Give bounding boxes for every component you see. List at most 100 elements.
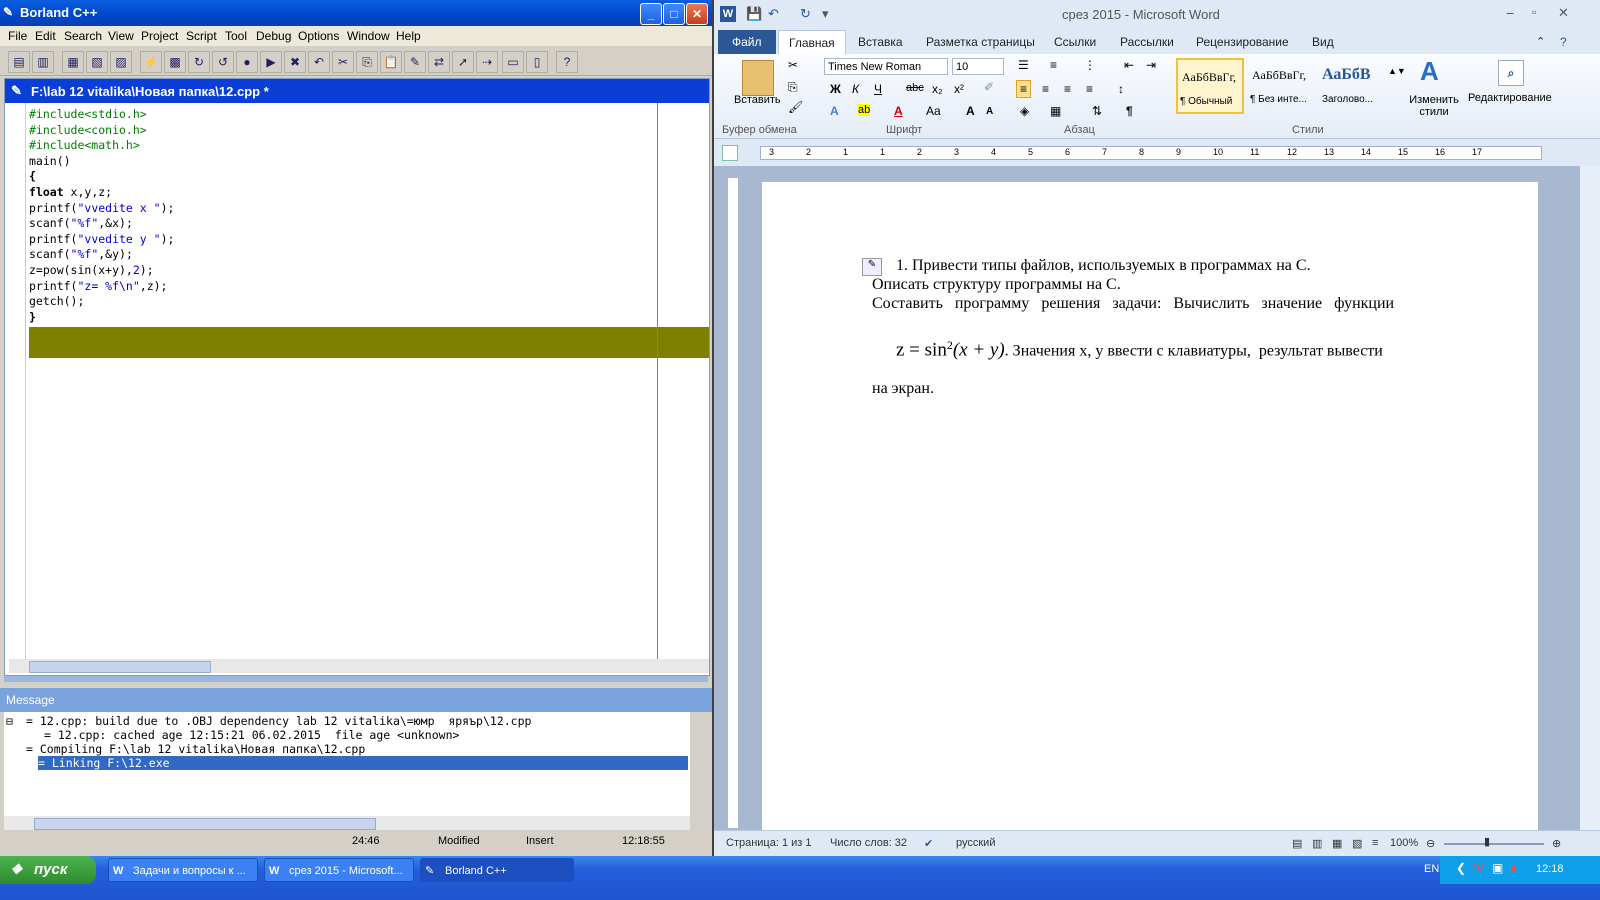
multilevel-list-icon[interactable]: ⋮ (1084, 58, 1096, 72)
view-web-icon[interactable]: ▦ (1332, 837, 1342, 850)
word-restore-button[interactable]: ▫ (1532, 5, 1536, 19)
justify-icon[interactable]: ≡ (1086, 82, 1093, 96)
code-line[interactable]: #include<conio.h> (29, 123, 689, 139)
zoom-level[interactable]: 100% (1390, 837, 1418, 849)
align-left-icon[interactable]: ≡ (1016, 80, 1032, 98)
word-minimize-button[interactable]: − (1506, 5, 1514, 21)
numbering-icon[interactable]: ≡ (1050, 58, 1057, 72)
open-file-icon[interactable]: ▧ (86, 51, 108, 73)
search-again-icon[interactable]: ⇢ (476, 51, 498, 73)
open-project-icon[interactable]: ▥ (32, 51, 54, 73)
change-styles-button[interactable]: Изменить стили (1404, 94, 1464, 118)
format-painter-icon[interactable]: 🖌 (788, 100, 803, 114)
code-line[interactable]: float x,y,z; (29, 185, 689, 201)
scroll-thumb[interactable] (34, 818, 376, 830)
zoom-out-icon[interactable]: ⊖ (1426, 837, 1435, 850)
editor-horizontal-scrollbar[interactable] (9, 659, 709, 673)
breakpoint-icon[interactable]: ✖ (284, 51, 306, 73)
ribbon-collapse-icon[interactable]: ⌃ (1536, 35, 1545, 48)
redo-icon[interactable]: ↻ (800, 6, 811, 22)
taskbar-item[interactable]: W Задачи и вопросы к ... (108, 858, 258, 882)
code-line[interactable]: scanf("%f",&x); (29, 216, 689, 232)
build-icon[interactable]: ▩ (164, 51, 186, 73)
horizontal-ruler[interactable]: 3 2 1 1 2 3 4 5 6 7 8 9 10 11 12 13 14 15 16 17 (760, 146, 1542, 160)
tab-references[interactable]: Ссылки (1054, 35, 1096, 49)
word-close-button[interactable]: ✕ (1558, 5, 1569, 21)
code-line[interactable]: } (29, 310, 689, 326)
save-icon[interactable]: ▨ (110, 51, 132, 73)
menu-tool[interactable]: Tool (225, 29, 247, 43)
paste-icon[interactable] (742, 60, 774, 96)
find-icon[interactable]: ✎ (404, 51, 426, 73)
maximize-button[interactable]: □ (663, 3, 685, 25)
taskbar-item-active[interactable]: ✎ Borland C++ (420, 858, 574, 882)
shrink-font-icon[interactable]: A (986, 106, 993, 117)
menu-edit[interactable]: Edit (35, 29, 56, 43)
code-line[interactable]: z=pow(sin(x+y),2); (29, 263, 689, 279)
cut-icon[interactable]: ✂ (788, 58, 798, 72)
tab-view[interactable]: Вид (1312, 35, 1334, 49)
new-file-icon[interactable]: ▦ (62, 51, 84, 73)
tray-arrow-icon[interactable]: ❮ (1456, 861, 1466, 875)
tab-page-layout[interactable]: Разметка страницы (926, 35, 1035, 49)
message-horizontal-scrollbar[interactable] (4, 816, 690, 830)
document-text[interactable]: 1. Привести типы файлов, используемых в … (872, 256, 1484, 398)
language-indicator[interactable]: EN (1424, 863, 1439, 875)
tab-file[interactable]: Файл (718, 30, 776, 54)
strikethrough-button[interactable]: abc (906, 82, 924, 94)
taskbar-item[interactable]: W срез 2015 - Microsoft... (264, 858, 414, 882)
vertical-ruler[interactable] (728, 178, 738, 828)
borland-title-bar[interactable]: ✎ Borland C++ _ □ ✕ (0, 0, 712, 26)
start-button[interactable]: ❖ пуск (0, 856, 96, 884)
font-size-select[interactable]: 10 (952, 58, 1004, 75)
close-button[interactable]: ✕ (686, 3, 708, 25)
tab-mailings[interactable]: Рассылки (1120, 35, 1174, 49)
menu-file[interactable]: File (8, 29, 27, 43)
pause-icon[interactable]: ▶ (260, 51, 282, 73)
copy-icon[interactable]: ⎘ (356, 51, 378, 73)
code-line[interactable]: printf("vvedite y "); (29, 232, 689, 248)
editing-button[interactable]: Редактирование (1468, 92, 1552, 104)
superscript-button[interactable]: x² (954, 82, 964, 96)
splitter[interactable] (4, 676, 708, 682)
new-project-icon[interactable]: ▤ (8, 51, 30, 73)
view-print-layout-icon[interactable]: ▤ (1292, 837, 1302, 850)
menu-window[interactable]: Window (347, 29, 390, 43)
view-reading-icon[interactable]: ▥ (1312, 837, 1322, 850)
align-right-icon[interactable]: ≡ (1064, 82, 1071, 96)
tab-insert[interactable]: Вставка (858, 35, 903, 49)
editor-title-bar[interactable]: ✎ F:\lab 12 vitalika\Новая папка\12.cpp … (5, 79, 709, 103)
code-line[interactable]: printf("z= %f\n",z); (29, 279, 689, 295)
replace-icon[interactable]: ⇄ (428, 51, 450, 73)
subscript-button[interactable]: x₂ (932, 82, 943, 96)
zoom-thumb[interactable]: ▮ (1484, 835, 1490, 848)
view-classes-icon[interactable]: ▭ (502, 51, 524, 73)
paste-button[interactable]: Вставить (734, 94, 781, 106)
grow-font-icon[interactable]: A (966, 104, 975, 118)
word-app-icon[interactable]: W (720, 6, 736, 22)
clear-formatting-icon[interactable]: ✐ (984, 80, 994, 94)
code-line[interactable]: scanf("%f",&y); (29, 247, 689, 263)
minimize-button[interactable]: _ (640, 3, 662, 25)
scroll-thumb[interactable] (29, 661, 211, 673)
message-line[interactable]: = 12.cpp: build due to .OBJ dependency l… (26, 714, 531, 728)
borders-icon[interactable]: ▦ (1050, 104, 1061, 118)
qat-dropdown-icon[interactable]: ▾ (822, 6, 829, 22)
menu-options[interactable]: Options (298, 29, 339, 43)
shading-icon[interactable]: ◈ (1020, 104, 1029, 118)
code-line[interactable]: main() (29, 154, 689, 170)
code-line[interactable]: #include<math.h> (29, 138, 689, 154)
menu-project[interactable]: Project (141, 29, 178, 43)
paste-icon[interactable]: 📋 (380, 51, 402, 73)
tab-review[interactable]: Рецензирование (1196, 35, 1289, 49)
italic-button[interactable]: К (852, 82, 859, 96)
ruler[interactable]: 3 2 1 1 2 3 4 5 6 7 8 9 10 11 12 13 14 15 16 17 (714, 140, 1600, 166)
underline-button[interactable]: Ч (874, 82, 882, 96)
bullets-icon[interactable]: ☰ (1018, 58, 1029, 72)
network-icon[interactable]: ▣ (1492, 861, 1503, 875)
font-color-icon[interactable]: A (894, 104, 903, 118)
message-line[interactable]: = 12.cpp: cached age 12:15:21 06.02.2015… (44, 728, 459, 742)
change-styles-icon[interactable]: A (1420, 56, 1439, 87)
font-name-select[interactable]: Times New Roman (824, 58, 948, 75)
find-icon[interactable]: ⌕ (1498, 60, 1524, 86)
